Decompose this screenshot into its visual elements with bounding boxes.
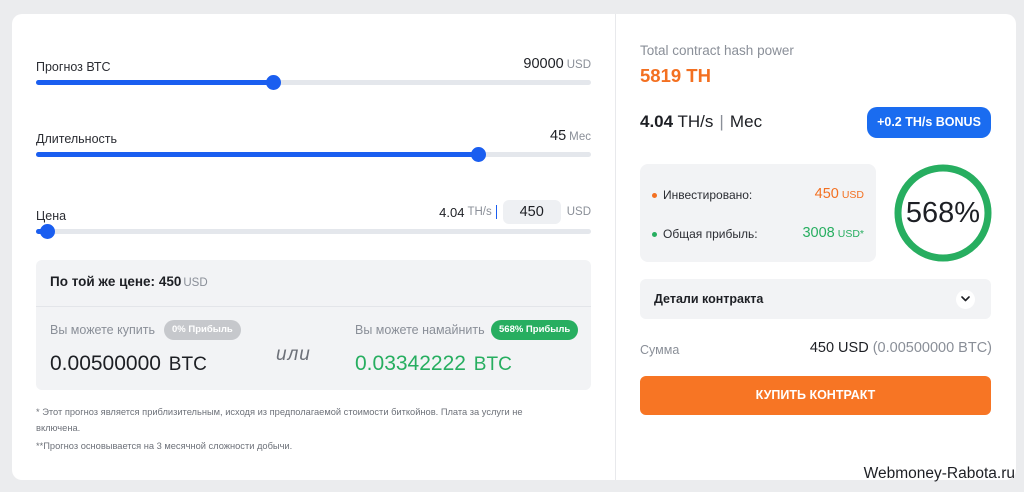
can-mine-value: 0.03342222 BTC: [355, 352, 512, 375]
site-watermark: Webmoney-Rabota.ru: [863, 465, 1015, 482]
buy-contract-button[interactable]: КУПИТЬ КОНТРАКТ: [640, 376, 991, 415]
duration-label: Длительность: [36, 132, 118, 146]
price-slider[interactable]: [36, 224, 591, 239]
price-unit: USD: [566, 206, 591, 218]
price-label: Цена: [36, 209, 67, 223]
column-divider: [615, 14, 616, 480]
forecast-disclaimer: * Этот прогноз является приблизительным,…: [36, 407, 523, 433]
forecast-value: 90000 USD: [523, 56, 591, 72]
price-ths-value: 4.04: [439, 204, 465, 220]
price-slider-handle[interactable]: [40, 224, 56, 239]
price-controls: 4.04 TH/s USD: [439, 200, 591, 224]
can-buy-label: Вы можете купить: [50, 323, 155, 337]
can-buy-value: 0.00500000 BTC: [50, 352, 207, 375]
mine-profit-badge: 568% Прибыль: [491, 320, 579, 340]
difficulty-note: **Прогноз основывается на 3 месячной сло…: [36, 441, 293, 451]
comparison-divider: [36, 306, 591, 307]
duration-slider-handle[interactable]: [471, 147, 487, 162]
calculator-card: Прогноз ВТС 90000 USD Длительность 45 Мес …: [12, 14, 1016, 480]
invested-dot-icon: [652, 193, 657, 199]
duration-value: 45 Мес: [550, 128, 591, 144]
bonus-badge: +0.2 TH/s BONUS: [867, 107, 991, 138]
profit-row: Общая прибыль: 3008 USD*: [652, 225, 864, 241]
hash-power-value: 5819 TH: [640, 65, 711, 86]
contract-details-label: Детали контракта: [654, 292, 764, 306]
hash-power-title: Total contract hash power: [640, 43, 794, 58]
profit-value: 3008 USD*: [802, 225, 864, 241]
invested-row: Инвестировано: 450 USD: [652, 186, 864, 202]
or-separator: или: [276, 344, 311, 365]
price-input[interactable]: [502, 200, 561, 224]
forecast-slider-handle[interactable]: [265, 75, 281, 90]
sum-value: 450 USD (0.00500000 BTC): [809, 340, 992, 356]
chevron-down-icon[interactable]: [956, 290, 975, 309]
invested-value: 450 USD: [814, 186, 864, 202]
same-price-heading: По той же цене: 450 USD: [50, 274, 208, 289]
profit-ring-percent: 568%: [905, 197, 981, 229]
can-mine-label: Вы можете намайнить: [355, 323, 485, 337]
zero-profit-badge: 0% Прибыль: [164, 320, 241, 340]
forecast-slider-fill: [36, 80, 273, 85]
forecast-label: Прогноз ВТС: [36, 60, 111, 74]
price-ths-unit: TH/s: [467, 206, 492, 218]
sum-label: Сумма: [640, 343, 680, 357]
duration-slider-fill: [36, 152, 479, 157]
forecast-slider[interactable]: [36, 75, 591, 90]
comparison-panel: По той же цене: 450 USD Вы можете купить …: [36, 260, 591, 390]
duration-slider[interactable]: [36, 147, 591, 162]
contract-details-toggle[interactable]: Детали контракта: [640, 279, 991, 319]
text-caret: [495, 205, 497, 219]
investment-stats: Инвестировано: 450 USD Общая прибыль: 300…: [640, 164, 876, 262]
profit-dot-icon: [652, 232, 657, 238]
rate-per-month: 4.04 TH/s | Мес: [640, 112, 763, 131]
